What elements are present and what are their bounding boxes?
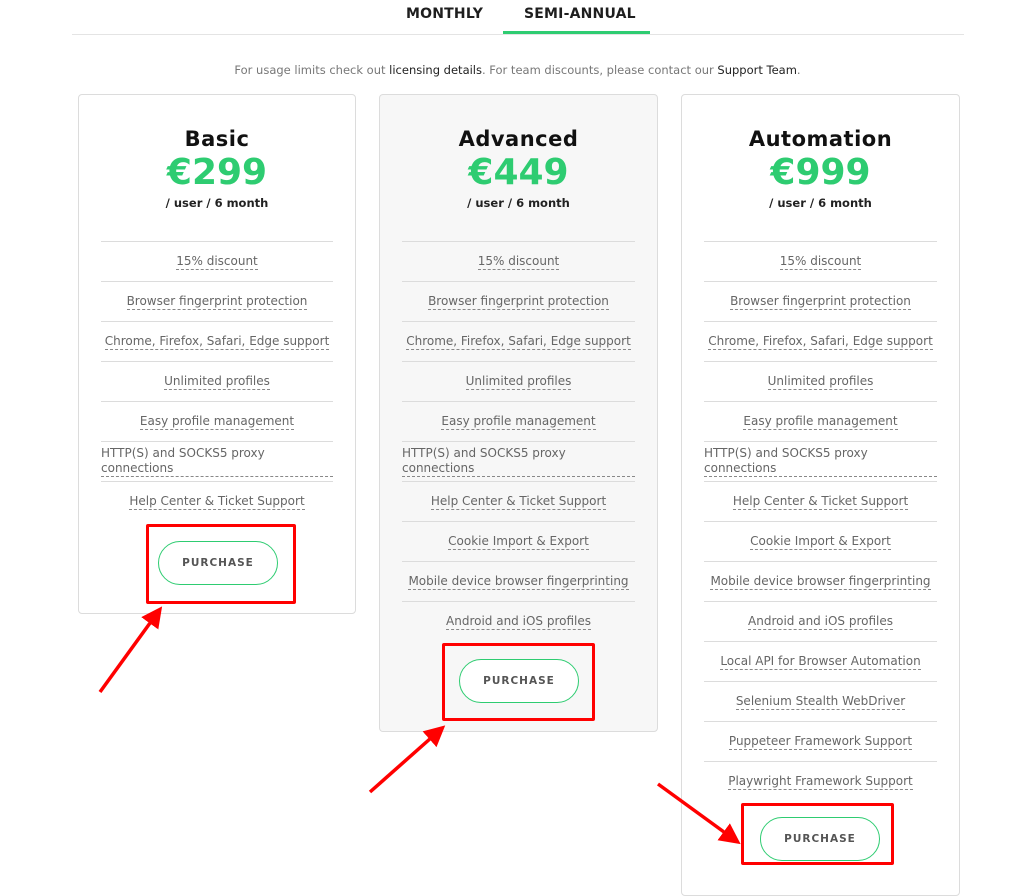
annotation-arrows [98, 606, 741, 845]
arrow-to-basic [98, 606, 163, 694]
arrow-to-automation [656, 782, 741, 845]
arrow-to-advanced [368, 725, 446, 794]
